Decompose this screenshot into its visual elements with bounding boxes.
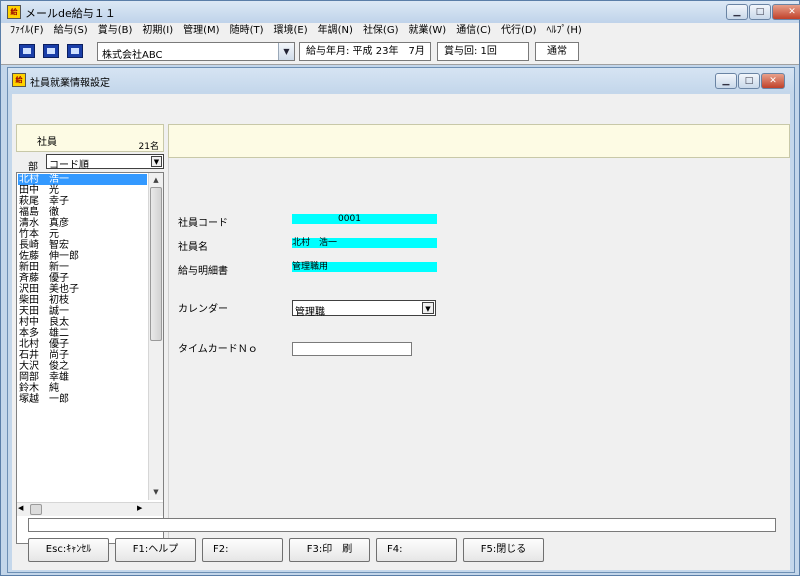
list-item[interactable]: 岡部 幸雄 [18,372,147,383]
chevron-down-icon[interactable]: ▼ [422,302,434,314]
list-item[interactable]: 柴田 初枝 [18,295,147,306]
list-item[interactable]: 田中 光 [18,185,147,196]
employee-header: 社員 21名 [16,124,164,152]
menu-agency[interactable]: 代行(D) [496,23,542,39]
employee-name-label: 社員名 [178,242,208,253]
scroll-down-icon[interactable]: ▼ [149,485,163,499]
title-bar: 給 メールde給与１１ ▁ □ ✕ [1,1,800,23]
save-icon[interactable] [19,44,35,58]
employee-work-settings-window: 給 社員就業情報設定 ▁ □ ✕ 社員 21名 部 コード順 ▼ 北村 浩一 田… [7,67,795,573]
minimize-icon[interactable]: ▁ [726,4,748,20]
menu-anytime[interactable]: 随時(T) [225,23,269,39]
company-name: 株式会社ABC [102,50,163,61]
close-button[interactable]: F5:閉じる [463,538,544,562]
menu-manage[interactable]: 管理(M) [178,23,224,39]
scroll-up-icon[interactable]: ▲ [149,173,163,187]
menu-file[interactable]: ﾌｧｲﾙ(F) [5,23,49,39]
window-title: メールde給与１１ [25,7,116,20]
window-controls: ▁ □ ✕ [725,4,800,20]
calendar-select[interactable]: 管理職 ▼ [292,300,436,318]
print-button[interactable]: F3:印 刷 [289,538,370,562]
employee-count: 21名 [138,142,159,152]
list-item[interactable]: 清水 真彦 [18,218,147,229]
payslip-label: 給与明細書 [178,266,228,277]
dept-label: 部 [28,162,38,173]
child-maximize-icon[interactable]: □ [738,73,760,89]
toolbar: 株式会社ABC ▼ 給与年月: 平成 23年 7月 賞与回: 1回 通常 [1,39,799,65]
mail-receive-icon[interactable] [67,44,83,58]
sort-order-value: コード順 [49,160,89,171]
scroll-thumb[interactable] [150,187,162,341]
list-item[interactable]: 新田 新一 [18,262,147,273]
pay-month-display: 給与年月: 平成 23年 7月 [299,42,431,61]
list-item[interactable]: 本多 雄二 [18,328,147,339]
list-item[interactable]: 萩尾 幸子 [18,196,147,207]
company-select[interactable]: 株式会社ABC ▼ [97,42,295,61]
employee-header-label: 社員 [37,137,57,148]
calendar-label: カレンダー [178,304,228,315]
f4-button[interactable]: F4: [376,538,457,562]
list-item[interactable]: 塚越 一郎 [18,394,147,405]
info-panel [168,124,790,158]
menu-initial[interactable]: 初期(I) [137,23,178,39]
employee-code-value: 0001 [292,214,437,224]
hscroll-thumb[interactable] [30,504,42,515]
list-item[interactable]: 北村 浩一 [18,174,147,185]
list-item[interactable]: 長崎 智宏 [18,240,147,251]
list-item[interactable]: 村中 良太 [18,317,147,328]
scroll-right-icon[interactable]: ▶ [137,504,142,512]
menu-salary[interactable]: 給与(S) [49,23,93,39]
child-close-icon[interactable]: ✕ [761,73,785,89]
app-icon: 給 [7,5,21,19]
child-app-icon: 給 [12,73,26,87]
chevron-down-icon[interactable]: ▼ [151,156,162,167]
mail-send-icon[interactable] [43,44,59,58]
chevron-down-icon[interactable]: ▼ [278,43,294,60]
close-icon[interactable]: ✕ [772,4,800,20]
list-item[interactable]: 大沢 俊之 [18,361,147,372]
menu-work[interactable]: 就業(W) [404,23,452,39]
cancel-button[interactable]: Esc:ｷｬﾝｾﾙ [28,538,109,562]
list-item[interactable]: 石井 尚子 [18,350,147,361]
menu-bonus[interactable]: 賞与(B) [93,23,138,39]
list-item[interactable]: 鈴木 純 [18,383,147,394]
scroll-left-icon[interactable]: ◀ [18,504,23,512]
timecard-label: タイムカードＮｏ [178,344,258,355]
child-window-title: 社員就業情報設定 [30,78,110,89]
menu-communication[interactable]: 通信(C) [451,23,496,39]
f2-button[interactable]: F2: [202,538,283,562]
menu-environment[interactable]: 環境(E) [269,23,313,39]
menu-social-insurance[interactable]: 社保(G) [358,23,404,39]
bonus-count-display: 賞与回: 1回 [437,42,529,61]
status-line [28,518,776,532]
list-item[interactable]: 沢田 美也子 [18,284,147,295]
child-window-controls: ▁ □ ✕ [714,73,785,89]
list-item[interactable]: 斉藤 優子 [18,273,147,284]
list-item[interactable]: 佐藤 伸一郎 [18,251,147,262]
timecard-input[interactable] [292,342,412,356]
menu-help[interactable]: ﾍﾙﾌﾟ(H) [542,23,587,39]
employee-list[interactable]: 北村 浩一 田中 光 萩尾 幸子 福島 徹 清水 真彦 竹本 元 長崎 智宏 佐… [16,172,164,544]
calendar-value: 管理職 [295,307,325,318]
help-button[interactable]: F1:ヘルプ [115,538,196,562]
maximize-icon[interactable]: □ [749,4,771,20]
child-minimize-icon[interactable]: ▁ [715,73,737,89]
menu-year-end[interactable]: 年調(N) [313,23,358,39]
payslip-value: 管理職用 [292,262,437,272]
mode-display: 通常 [535,42,579,61]
child-title-bar: 給 社員就業情報設定 ▁ □ ✕ [8,68,794,92]
employee-name-value: 北村 浩一 [292,238,437,248]
detail-panel [168,158,790,544]
sort-order-select[interactable]: コード順 ▼ [46,154,164,171]
list-horizontal-scrollbar[interactable]: ◀ ▶ [17,502,163,516]
list-vertical-scrollbar[interactable]: ▲ ▼ [148,173,163,500]
list-item[interactable]: 福島 徹 [18,207,147,218]
list-item[interactable]: 北村 優子 [18,339,147,350]
main-window: 給 メールde給与１１ ▁ □ ✕ ﾌｧｲﾙ(F) 給与(S) 賞与(B) 初期… [0,0,800,576]
menu-bar: ﾌｧｲﾙ(F) 給与(S) 賞与(B) 初期(I) 管理(M) 随時(T) 環境… [1,23,799,39]
list-item[interactable]: 天田 誠一 [18,306,147,317]
employee-code-label: 社員コード [178,218,228,229]
list-item[interactable]: 竹本 元 [18,229,147,240]
child-client-area: 社員 21名 部 コード順 ▼ 北村 浩一 田中 光 萩尾 幸子 福島 徹 清水… [12,94,790,570]
